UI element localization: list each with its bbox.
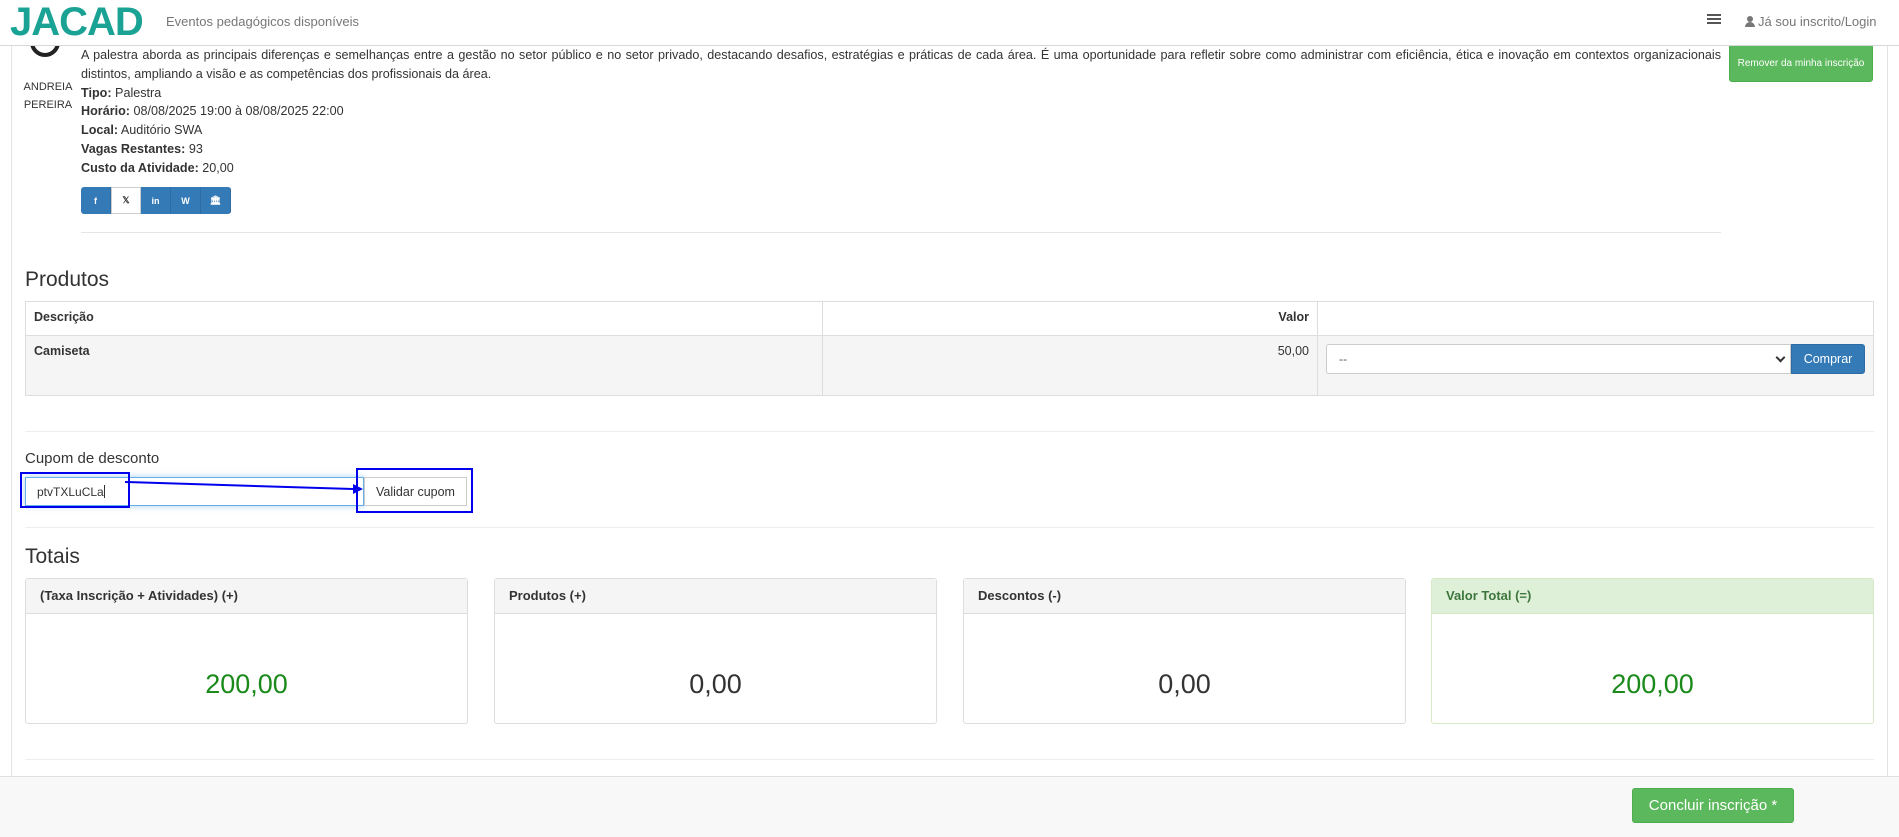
activity-divider: [81, 232, 1721, 233]
panel-label: Valor Total (=): [1432, 579, 1873, 614]
nav-title[interactable]: Eventos pedagógicos disponíveis: [166, 14, 359, 29]
panel-value: 200,00: [1611, 669, 1694, 699]
type-value: Palestra: [115, 85, 162, 100]
speaker-name: ANDREIA PEREIRA: [22, 78, 74, 114]
table-row: Camiseta 50,00 -- Comprar: [25, 335, 1874, 396]
activity-details: A palestra aborda as principais diferenç…: [81, 46, 1721, 178]
activity-location: Local: Auditório SWA: [81, 121, 1721, 140]
grand-total-panel: Valor Total (=) 200,00: [1431, 578, 1874, 724]
annotation-arrow: [125, 481, 363, 494]
activity-cost: Custo da Atividade: 20,00: [81, 159, 1721, 178]
section-divider: [25, 527, 1874, 528]
annotation-box-input: [20, 472, 130, 508]
cost-value: 20,00: [202, 160, 234, 175]
login-label: Já sou inscrito/Login: [1758, 14, 1877, 29]
location-label: Local:: [81, 123, 119, 138]
product-value: 50,00: [822, 335, 1318, 396]
panel-label: Produtos (+): [495, 579, 936, 614]
product-action-cell: -- Comprar: [1317, 335, 1874, 396]
content-border-left: [11, 46, 12, 776]
login-link[interactable]: Já sou inscrito/Login: [1745, 14, 1877, 29]
col-description: Descrição: [25, 301, 823, 336]
total-discounts-panel: Descontos (-) 0,00: [963, 578, 1406, 724]
panel-value: 0,00: [1158, 669, 1211, 699]
total-products-panel: Produtos (+) 0,00: [494, 578, 937, 724]
section-divider: [25, 759, 1874, 760]
vacancies-value: 93: [188, 141, 203, 156]
coupon-label: Cupom de desconto: [25, 450, 160, 467]
institution-icon[interactable]: 🏛: [201, 187, 231, 214]
conclude-registration-button[interactable]: Concluir inscrição *: [1632, 788, 1794, 823]
buy-button[interactable]: Comprar: [1791, 344, 1865, 374]
activity-vacancies: Vagas Restantes: 93: [81, 140, 1721, 159]
location-value: Auditório SWA: [120, 123, 203, 138]
user-icon: [1745, 16, 1755, 27]
activity-schedule: Horário: 08/08/2025 19:00 à 08/08/2025 2…: [81, 102, 1721, 121]
facebook-icon[interactable]: f: [81, 187, 111, 214]
wordpress-icon[interactable]: W: [171, 187, 201, 214]
schedule-label: Horário:: [81, 104, 130, 119]
products-table: Descrição Valor Camiseta 50,00 -- Compra…: [25, 301, 1874, 396]
activity-type: Tipo: Palestra: [81, 84, 1721, 103]
speaker-last-name: PEREIRA: [23, 99, 73, 111]
linkedin-icon[interactable]: in: [141, 187, 171, 214]
content-border-right: [1887, 46, 1888, 776]
product-description: Camiseta: [25, 335, 823, 396]
panel-label: (Taxa Inscrição + Atividades) (+): [26, 579, 467, 614]
remove-registration-button[interactable]: Remover da minha inscrição: [1729, 44, 1873, 82]
panel-value: 200,00: [205, 669, 288, 699]
jacad-logo[interactable]: JACAD: [10, 0, 144, 44]
totals-title: Totais: [25, 545, 80, 568]
speaker-first-name: ANDREIA: [23, 81, 73, 93]
list-icon[interactable]: [1707, 14, 1721, 26]
cost-label: Custo da Atividade:: [81, 160, 199, 175]
annotation-box-button: [356, 468, 473, 513]
top-navbar: JACAD Eventos pedagógicos disponíveis Já…: [0, 0, 1899, 46]
chevron-down-icon: [1775, 352, 1786, 363]
panel-value: 0,00: [689, 669, 742, 699]
logo-text: JACAD: [10, 0, 144, 44]
product-size-select[interactable]: --: [1326, 344, 1791, 374]
select-value: --: [1339, 352, 1347, 366]
share-buttons: f 𝕏 in W 🏛: [81, 187, 231, 214]
activity-description: A palestra aborda as principais diferenç…: [81, 48, 1721, 81]
type-label: Tipo:: [81, 85, 112, 100]
col-action: [1317, 301, 1874, 336]
total-fees-panel: (Taxa Inscrição + Atividades) (+) 200,00: [25, 578, 468, 724]
panel-label: Descontos (-): [964, 579, 1405, 614]
vacancies-label: Vagas Restantes:: [81, 141, 186, 156]
products-title: Produtos: [25, 268, 110, 291]
col-value: Valor: [822, 301, 1318, 336]
section-divider: [25, 431, 1874, 432]
table-header-row: Descrição Valor: [25, 301, 1874, 336]
x-icon[interactable]: 𝕏: [111, 187, 141, 214]
schedule-value: 08/08/2025 19:00 à 08/08/2025 22:00: [133, 104, 344, 119]
footer-bar: Concluir inscrição *: [0, 776, 1899, 837]
